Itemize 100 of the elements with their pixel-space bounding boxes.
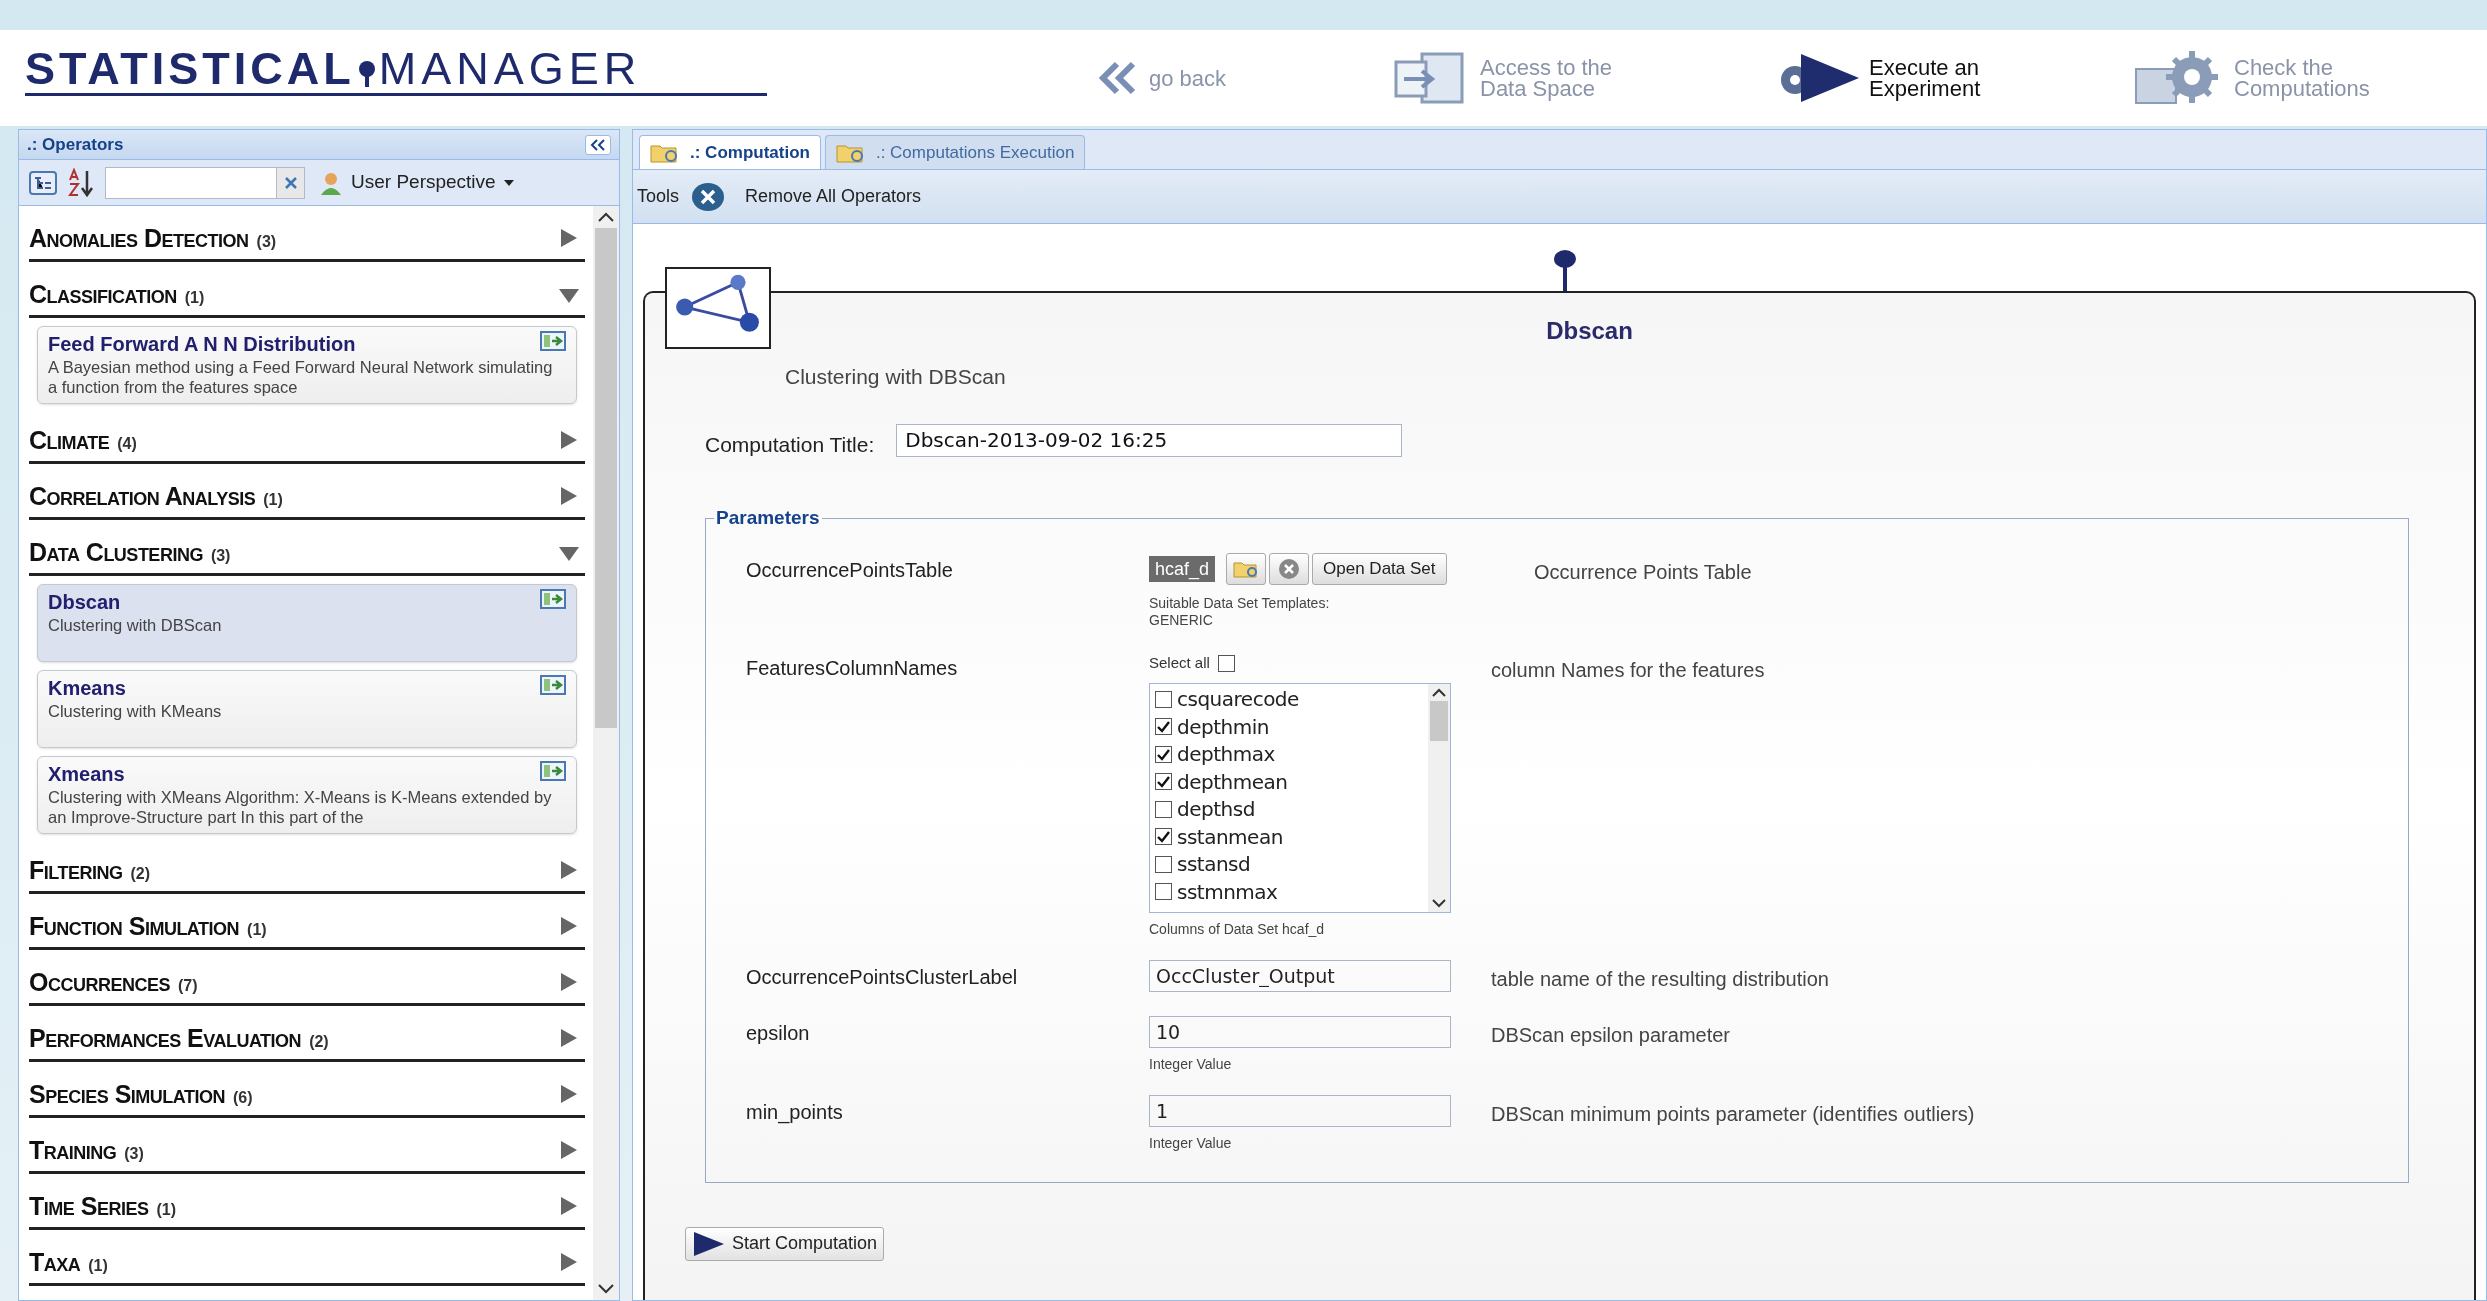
category-header[interactable]: Time Series (1) bbox=[29, 1178, 585, 1230]
category-name: Occurrences bbox=[29, 966, 170, 998]
category-header[interactable]: Performances Evaluation (2) bbox=[29, 1010, 585, 1062]
category-name: Anomalies Detection bbox=[29, 222, 249, 254]
tab[interactable]: .: Computation bbox=[639, 135, 821, 169]
tools-label: Tools bbox=[637, 185, 680, 208]
category-header[interactable]: Function Simulation (1) bbox=[29, 898, 585, 950]
scroll-thumb[interactable] bbox=[1430, 700, 1448, 741]
scrollbar[interactable] bbox=[593, 206, 619, 1300]
category-count: (1) bbox=[88, 1255, 108, 1276]
triangle-right-icon bbox=[561, 1253, 577, 1271]
clear-button[interactable] bbox=[1269, 552, 1310, 585]
checkbox[interactable] bbox=[1155, 690, 1172, 708]
chevron-up-icon bbox=[598, 212, 614, 222]
collapse-button[interactable] bbox=[585, 134, 611, 155]
start-computation-button[interactable]: Start Computation bbox=[685, 1226, 885, 1261]
category-header[interactable]: Filtering (2) bbox=[29, 842, 585, 894]
checkbox[interactable] bbox=[1155, 745, 1172, 763]
category-count: (1) bbox=[247, 919, 267, 940]
triangle-right-icon bbox=[561, 861, 577, 879]
operator-card[interactable]: Dbscan Clustering with DBScan bbox=[37, 584, 577, 662]
category-count: (1) bbox=[263, 489, 283, 510]
category-header[interactable]: Training (3) bbox=[29, 1122, 585, 1174]
parameter-name: FeaturesColumnNames bbox=[746, 655, 959, 681]
operator-card[interactable]: Xmeans Clustering with XMeans Algorithm: X-Means is K-Means extended by an Improve-Structure part In this part of the bbox=[37, 756, 577, 834]
column-name: sstansd bbox=[1177, 851, 1251, 879]
perspective-menu[interactable]: User Perspective bbox=[319, 168, 514, 197]
checkbox[interactable] bbox=[1155, 855, 1172, 873]
triangle-right-icon bbox=[561, 973, 577, 991]
category-count: (2) bbox=[309, 1031, 329, 1052]
parameter-description: table name of the resulting distribution bbox=[1491, 966, 1829, 992]
app-logo[interactable]: STATISTICAL MANAGER bbox=[25, 46, 767, 96]
double-chevron-left-icon bbox=[590, 138, 606, 151]
category-name: Time Series bbox=[29, 1190, 149, 1222]
category-header[interactable]: Occurrences (7) bbox=[29, 954, 585, 1006]
triangle-down-icon bbox=[559, 547, 579, 561]
chevron-down-icon bbox=[598, 1284, 614, 1294]
category-count: (6) bbox=[232, 1087, 253, 1108]
checkbox[interactable] bbox=[1155, 800, 1172, 818]
scrollbar[interactable] bbox=[1428, 683, 1450, 912]
add-operator-icon[interactable] bbox=[540, 675, 566, 695]
clear-search-icon[interactable] bbox=[276, 167, 304, 198]
checkbox[interactable] bbox=[1155, 883, 1172, 901]
tab[interactable]: .: Computations Execution bbox=[824, 135, 1086, 169]
check-icon bbox=[1157, 747, 1170, 761]
category-name: Function Simulation bbox=[29, 910, 240, 942]
computation-title-label: Computation Title: bbox=[705, 431, 875, 458]
category-header[interactable]: Climate (4) bbox=[29, 412, 585, 464]
add-operator-icon[interactable] bbox=[540, 761, 566, 781]
operator-card[interactable]: Kmeans Clustering with KMeans bbox=[37, 670, 577, 748]
category-name: Climate bbox=[29, 424, 110, 456]
triangle-right-icon bbox=[561, 487, 577, 505]
tree-view-icon[interactable] bbox=[29, 170, 57, 195]
user-icon bbox=[319, 170, 343, 195]
open-data-set-button[interactable]: Open Data Set bbox=[1312, 552, 1447, 585]
parameter-description: DBScan epsilon parameter bbox=[1491, 1022, 1730, 1048]
operator-title: Dbscan bbox=[1546, 316, 1633, 346]
category-header[interactable]: Correlation Analysis (1) bbox=[29, 468, 585, 520]
browse-button[interactable] bbox=[1226, 552, 1267, 585]
close-icon bbox=[691, 181, 726, 212]
category-count: (3) bbox=[256, 231, 277, 252]
parameter-name: min_points bbox=[746, 1099, 844, 1126]
sort-az-icon[interactable] bbox=[67, 167, 95, 198]
computation-title-field[interactable]: Dbscan-2013-09-02 16:25 bbox=[896, 423, 1403, 457]
category-name: Data Clustering bbox=[29, 536, 203, 568]
panel-title: .: Operators bbox=[27, 133, 124, 156]
operator-title: Feed Forward A N N Distribution bbox=[48, 332, 356, 357]
category-header[interactable]: Species Simulation (6) bbox=[29, 1066, 585, 1118]
category-name: Classification bbox=[29, 278, 177, 310]
remove-all-button[interactable]: Remove All Operators bbox=[691, 181, 922, 212]
scroll-thumb[interactable] bbox=[595, 228, 617, 728]
category-name: Taxa bbox=[29, 1246, 81, 1278]
triangle-down-icon bbox=[559, 289, 579, 303]
category-header[interactable]: Taxa (1) bbox=[29, 1234, 585, 1286]
operator-title: Dbscan bbox=[48, 590, 121, 615]
checkbox[interactable] bbox=[1155, 773, 1172, 791]
category-header[interactable]: Data Clustering (3) bbox=[29, 524, 585, 576]
nav-link[interactable]: Execute an Experiment bbox=[1777, 50, 2132, 106]
field-note: GENERIC bbox=[1149, 611, 1214, 629]
category-header[interactable]: Classification (1) bbox=[29, 266, 585, 318]
search-field[interactable] bbox=[105, 166, 305, 199]
operator-card[interactable]: Feed Forward A N N Distribution A Bayesian method using a Feed Forward Neural Network simulating a function from the features space bbox=[37, 326, 577, 404]
text-field[interactable]: 1 bbox=[1149, 1094, 1451, 1127]
text-field[interactable]: OccCluster_Output bbox=[1149, 959, 1451, 992]
triangle-right-icon bbox=[561, 431, 577, 449]
operator-description: Clustering with DBScan bbox=[48, 615, 223, 635]
column-name: depthmax bbox=[1177, 741, 1275, 769]
checkbox[interactable] bbox=[1155, 828, 1172, 846]
add-operator-icon[interactable] bbox=[540, 589, 566, 609]
checkbox[interactable] bbox=[1217, 655, 1235, 672]
category-header[interactable]: Anomalies Detection (3) bbox=[29, 210, 585, 262]
play-icon bbox=[692, 1230, 726, 1257]
field-note: Integer Value bbox=[1149, 1134, 1233, 1152]
dataset-tag: hcaf_d bbox=[1149, 555, 1216, 582]
field-note: Columns of Data Set hcaf_d bbox=[1149, 920, 1326, 938]
text-field[interactable]: 10 bbox=[1149, 1015, 1451, 1048]
check-icon bbox=[1157, 720, 1170, 734]
checkbox[interactable] bbox=[1155, 718, 1172, 736]
caret-icon bbox=[503, 179, 514, 186]
add-operator-icon[interactable] bbox=[540, 331, 566, 351]
